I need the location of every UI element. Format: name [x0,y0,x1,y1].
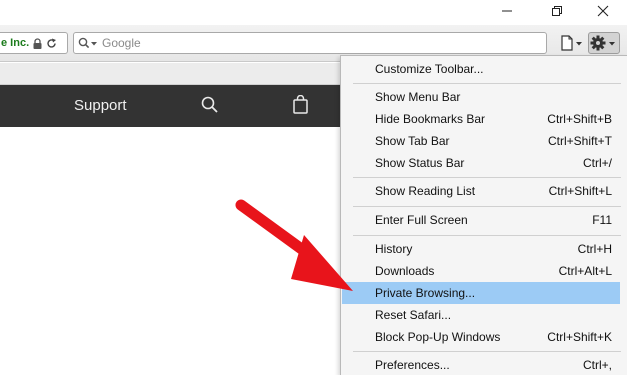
menu-item-shortcut: Ctrl+Shift+L [548,184,612,198]
menu-separator [353,177,621,178]
title-bar [0,0,627,25]
minimize-icon [502,10,512,12]
site-organization: e Inc. [1,37,30,49]
menu-item-block-popups[interactable]: Block Pop-Up Windows Ctrl+Shift+K [342,326,620,348]
bag-icon[interactable] [292,95,310,115]
menu-item-shortcut: Ctrl+/ [582,156,612,170]
page-icon [561,35,582,51]
menu-item-shortcut: Ctrl+Shift+B [547,112,612,126]
lock-icon [33,37,42,49]
menu-item-label: Show Menu Bar [375,90,461,104]
menu-item-label: Show Reading List [375,184,476,198]
menu-item-show-tab-bar[interactable]: Show Tab Bar Ctrl+Shift+T [342,130,620,152]
minimize-button[interactable] [492,0,522,22]
menu-item-label: Show Tab Bar [375,134,450,148]
menu-item-show-menu-bar[interactable]: Show Menu Bar [342,86,620,108]
address-bar[interactable]: e Inc. [0,32,68,54]
menu-item-enter-full-screen[interactable]: Enter Full Screen F11 [342,209,620,231]
menu-item-label: Reset Safari... [375,308,452,322]
settings-dropdown-menu: Customize Toolbar... Show Menu Bar Hide … [340,55,627,375]
menu-item-shortcut: Ctrl+Alt+L [558,264,612,278]
site-navigation: Support [0,85,340,127]
search-field[interactable] [73,32,547,54]
menu-item-shortcut: Ctrl+H [577,242,612,256]
gear-icon [590,35,615,51]
settings-menu-button[interactable] [588,32,620,54]
menu-item-shortcut: Ctrl+Shift+K [547,330,612,344]
menu-item-label: Enter Full Screen [375,213,468,227]
menu-separator [353,235,621,236]
restore-icon [552,6,562,16]
nav-link-support[interactable]: Support [74,97,127,114]
menu-item-label: Preferences... [375,358,450,372]
reload-icon[interactable] [46,38,57,49]
menu-item-customize-toolbar[interactable]: Customize Toolbar... [342,58,620,80]
menu-item-shortcut: Ctrl+Shift+T [547,134,612,148]
restore-button[interactable] [542,0,572,22]
menu-item-label: Show Status Bar [375,156,465,170]
menu-scroll-gutter [621,56,627,375]
menu-separator [353,206,621,207]
menu-item-label: History [375,242,413,256]
menu-item-downloads[interactable]: Downloads Ctrl+Alt+L [342,260,620,282]
search-input[interactable] [102,36,522,50]
menu-separator [353,351,621,352]
page-menu-button[interactable] [559,32,585,54]
menu-item-label: Customize Toolbar... [375,62,484,76]
menu-item-preferences[interactable]: Preferences... Ctrl+, [342,354,620,375]
search-icon[interactable] [78,37,98,49]
menu-item-hide-bookmarks-bar[interactable]: Hide Bookmarks Bar Ctrl+Shift+B [342,108,620,130]
menu-item-label: Hide Bookmarks Bar [375,112,486,126]
menu-item-label: Block Pop-Up Windows [375,330,501,344]
menu-item-reset-safari[interactable]: Reset Safari... [342,304,620,326]
menu-item-label: Private Browsing... [375,286,476,300]
menu-item-shortcut: Ctrl+, [582,358,612,372]
menu-item-show-reading-list[interactable]: Show Reading List Ctrl+Shift+L [342,180,620,202]
menu-separator [353,83,621,84]
menu-item-history[interactable]: History Ctrl+H [342,238,620,260]
close-button[interactable] [588,0,618,22]
site-search-icon[interactable] [201,96,219,114]
close-icon [597,5,609,17]
menu-item-show-status-bar[interactable]: Show Status Bar Ctrl+/ [342,152,620,174]
menu-item-private-browsing[interactable]: Private Browsing... [342,282,620,304]
menu-item-shortcut: F11 [592,213,612,227]
menu-item-label: Downloads [375,264,435,278]
